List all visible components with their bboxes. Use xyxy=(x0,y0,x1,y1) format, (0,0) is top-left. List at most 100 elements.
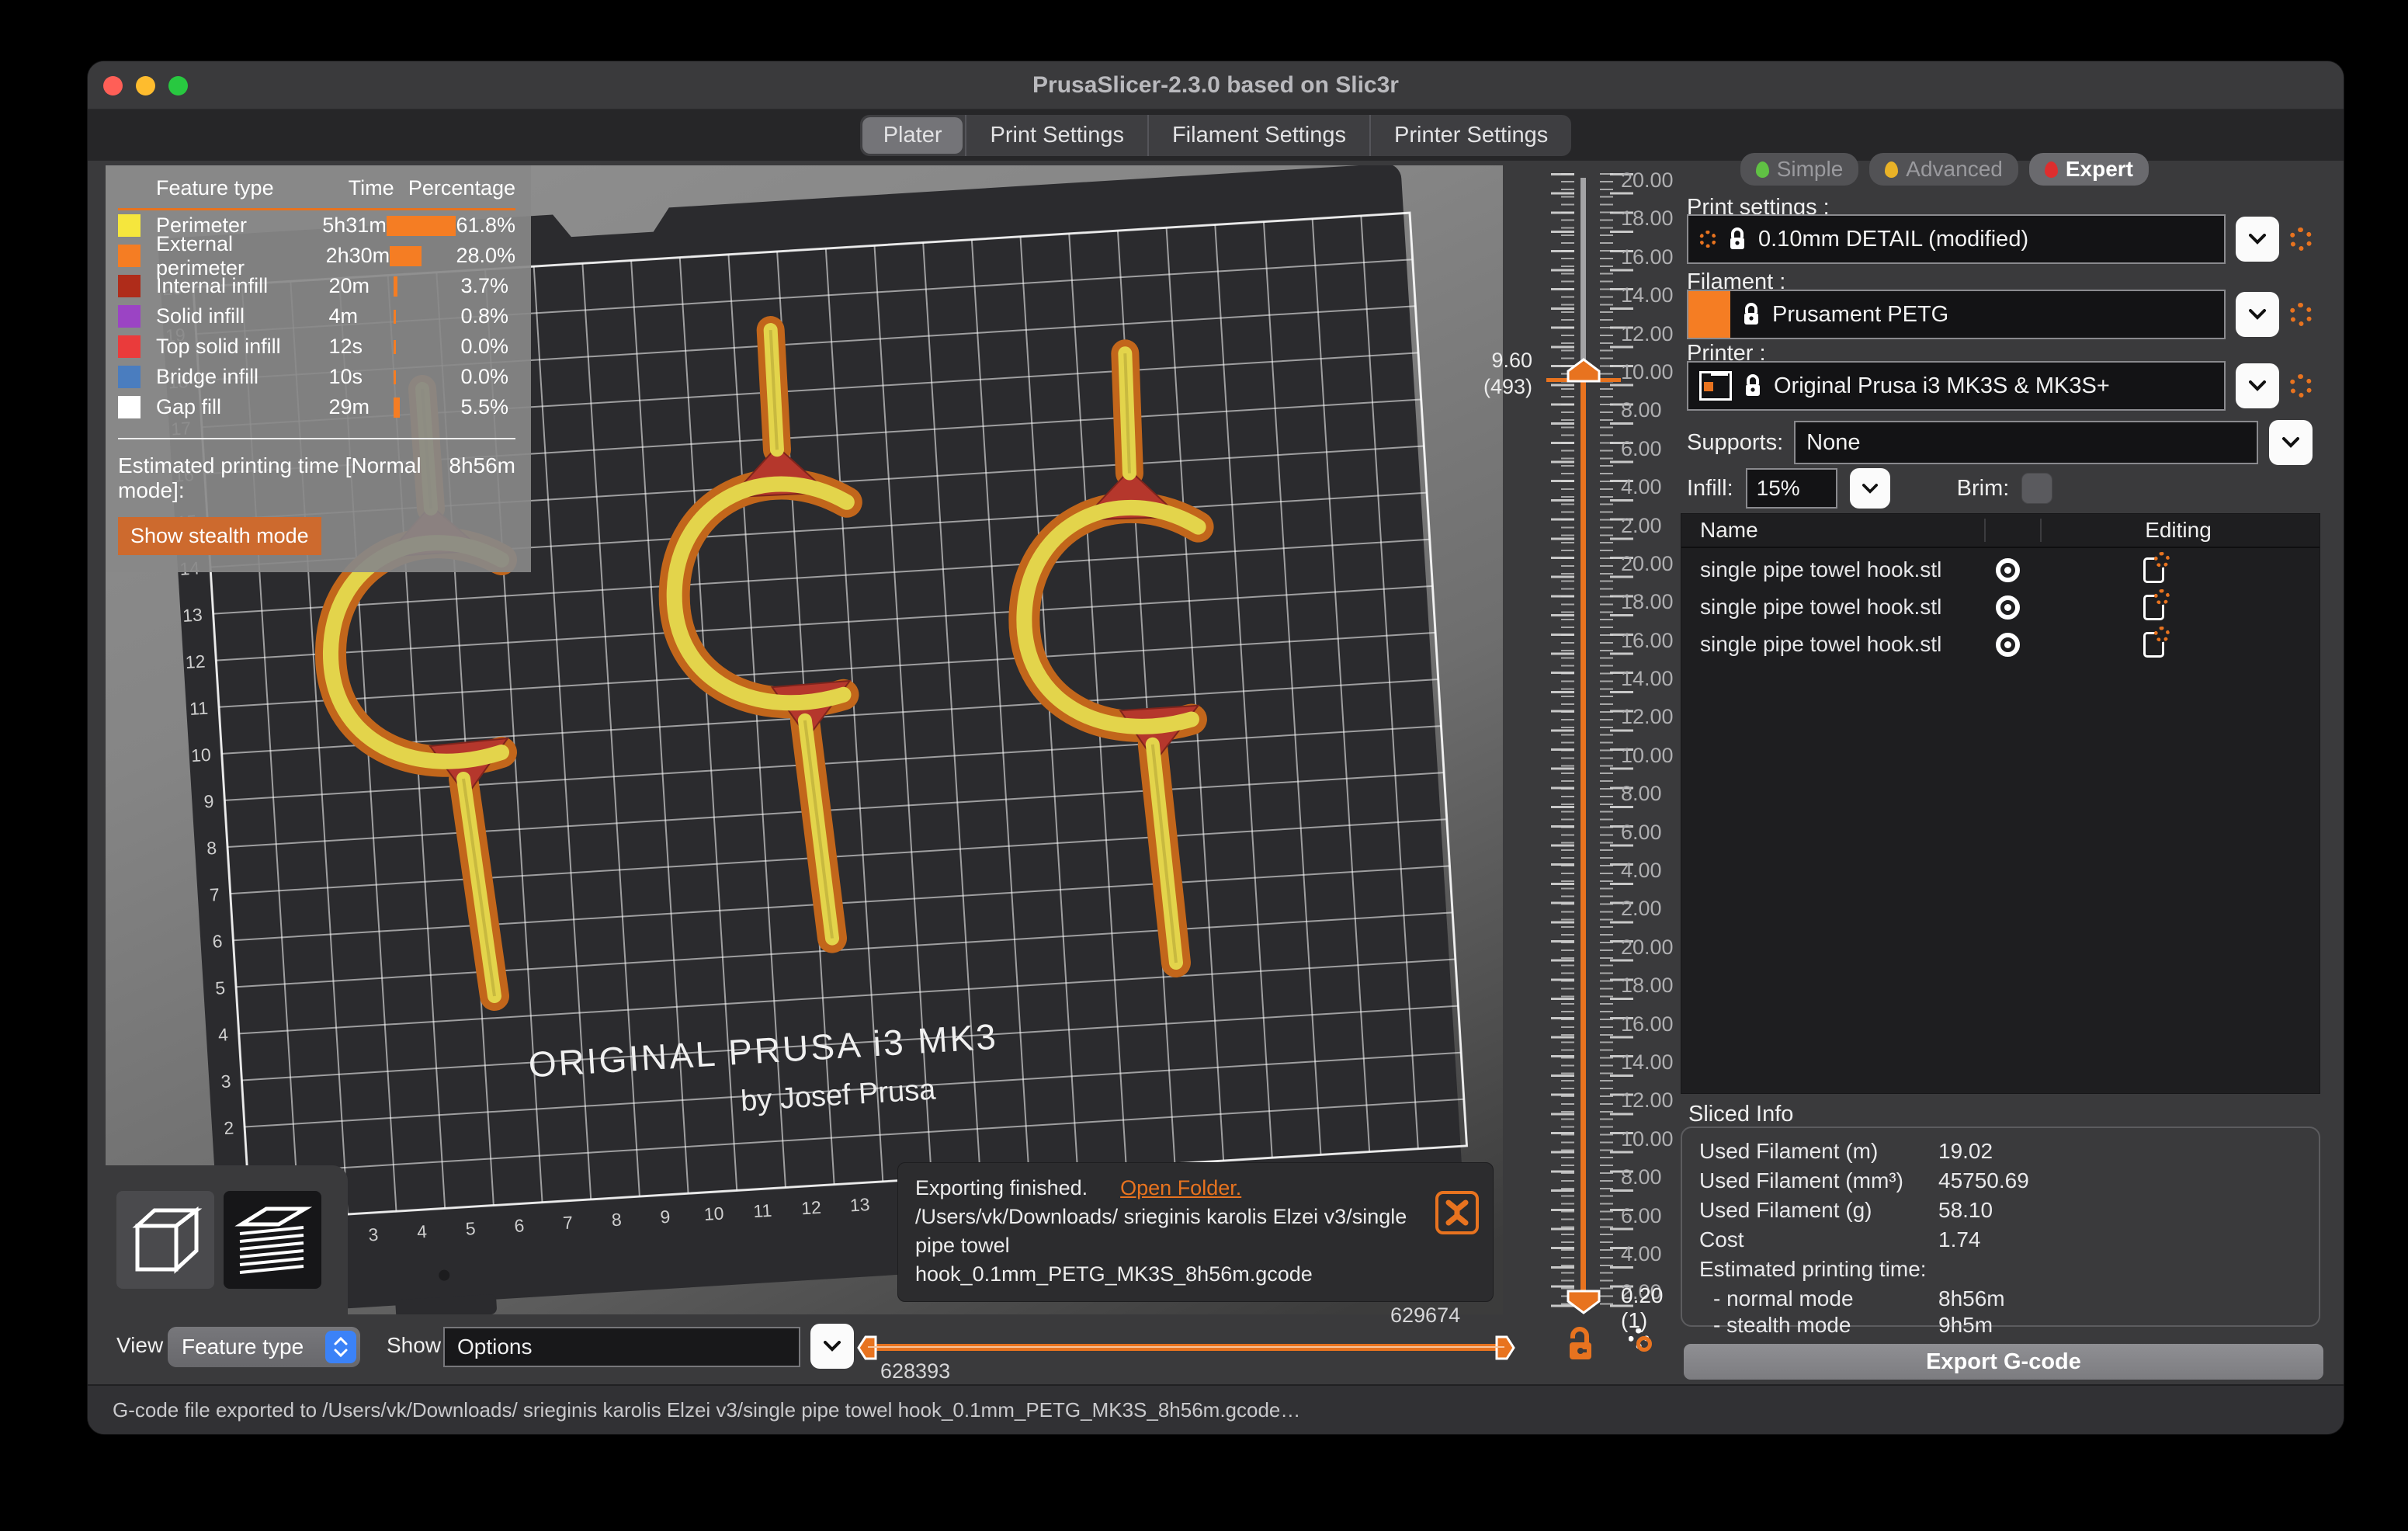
object-list: Name Editing single pipe towel hook.stl s… xyxy=(1681,513,2320,1094)
mode-expert[interactable]: Expert xyxy=(2028,153,2149,186)
export-gcode-button[interactable]: Export G-code xyxy=(1684,1344,2323,1380)
layer-bottom-index: (1) xyxy=(1621,1308,1648,1332)
infill-select[interactable]: 15% xyxy=(1745,468,1837,509)
feature-time: 12s xyxy=(328,335,363,358)
feature-name: Bridge infill xyxy=(156,365,259,388)
notification-close-button[interactable] xyxy=(1435,1191,1479,1234)
feature-bar xyxy=(393,309,461,324)
feature-time: 2h30m xyxy=(325,244,390,267)
mode-label: Simple xyxy=(1776,157,1844,181)
supports-select[interactable]: None xyxy=(1794,421,2258,464)
filament-color-swatch xyxy=(1688,291,1730,338)
3d-viewport[interactable]: 20191817161514131211109876543210 1234567… xyxy=(106,165,1503,1314)
object-name: single pipe towel hook.stl xyxy=(1700,557,1942,582)
feature-time: 5h31m xyxy=(322,214,387,237)
sliced-info-panel: Used Filament (m) 19.02 Used Filament (mm³… xyxy=(1681,1127,2320,1337)
layer-slider-track[interactable] xyxy=(1580,178,1586,1307)
svg-text:6: 6 xyxy=(514,1215,525,1236)
lock-icon xyxy=(1730,227,1744,249)
feature-bar xyxy=(393,370,461,384)
object-name: single pipe towel hook.stl xyxy=(1700,632,1942,656)
supports-row: Supports: None xyxy=(1687,420,2313,465)
layer-range-slider[interactable]: 20.00 18.00 16.00 14.00 12.00 10.00 8.00 6.00 4.… xyxy=(1483,165,1678,1334)
feature-time: 20m xyxy=(328,274,370,297)
layer-tick-label: 4.00 xyxy=(1621,1241,1662,1265)
filament-gear-button[interactable] xyxy=(2289,303,2313,326)
view-label: View xyxy=(116,1333,164,1357)
brim-checkbox[interactable] xyxy=(2021,473,2053,504)
filament-select[interactable]: Prusament PETG xyxy=(1687,290,2226,339)
svg-text:3: 3 xyxy=(368,1224,379,1245)
legend-header: Feature type Time Percentage xyxy=(118,176,515,210)
svg-text:2: 2 xyxy=(224,1117,234,1138)
print-settings-select[interactable]: 0.10mm DETAIL (modified) xyxy=(1687,214,2226,264)
object-row[interactable]: single pipe towel hook.stl xyxy=(1681,551,2320,585)
mode-advanced[interactable]: Advanced xyxy=(1869,153,2018,186)
name-column-header: Name xyxy=(1700,518,1758,542)
view-type-select[interactable]: Feature type xyxy=(168,1327,360,1367)
print-settings-gear-button[interactable] xyxy=(2289,227,2313,251)
sliced-time-row: - stealth mode 9h5m xyxy=(1682,1313,2319,1339)
sliced-info-label: Cost xyxy=(1699,1227,1744,1252)
cube-icon xyxy=(132,1206,203,1274)
editor-view-button[interactable] xyxy=(116,1191,214,1289)
tab-filament-settings[interactable]: Filament Settings xyxy=(1147,114,1369,156)
status-text: G-code file exported to /Users/vk/Downlo… xyxy=(113,1397,1301,1422)
layer-slider-upper-thumb[interactable] xyxy=(1567,358,1601,383)
object-row[interactable]: single pipe towel hook.stl xyxy=(1681,588,2320,623)
layer-tick-label: 2.00 xyxy=(1621,897,1662,921)
show-dropdown-button[interactable] xyxy=(810,1324,854,1369)
svg-text:13: 13 xyxy=(182,604,203,626)
show-select[interactable]: Options xyxy=(443,1327,800,1367)
feature-bar xyxy=(390,245,456,266)
filament-dropdown-button[interactable] xyxy=(2236,292,2279,337)
edit-object-icon[interactable] xyxy=(2143,551,2170,583)
gear-icon xyxy=(1699,231,1716,248)
infill-dropdown-button[interactable] xyxy=(1849,468,1890,509)
edit-object-icon[interactable] xyxy=(2143,626,2170,658)
edit-object-icon[interactable] xyxy=(2143,588,2170,620)
tab-group: Plater Print Settings Filament Settings Pri… xyxy=(859,114,1572,156)
layer-tick-label: 18.00 xyxy=(1621,590,1674,614)
move-range-slider[interactable] xyxy=(857,1335,1515,1360)
visibility-eye-icon[interactable] xyxy=(1996,557,2020,582)
layer-tick-label: 8.00 xyxy=(1621,1165,1662,1189)
move-slider-left-thumb[interactable] xyxy=(857,1335,877,1360)
svg-text:13: 13 xyxy=(849,1194,870,1216)
select-stepper-icon xyxy=(325,1331,356,1363)
supports-label: Supports: xyxy=(1687,429,1784,455)
visibility-eye-icon[interactable] xyxy=(1996,632,2020,657)
tab-plater[interactable]: Plater xyxy=(862,116,963,154)
feature-percentage: 5.5% xyxy=(460,395,508,418)
printer-select[interactable]: Original Prusa i3 MK3S & MK3S+ xyxy=(1687,361,2226,411)
estimated-time-row: Estimated printing time [Normal mode]: 8… xyxy=(118,438,515,503)
feature-bar-fill xyxy=(393,276,397,297)
legend-row: Internal infill 20m 3.7% xyxy=(118,271,515,301)
move-slider-min-value: 628393 xyxy=(880,1359,951,1383)
printer-gear-button[interactable] xyxy=(2289,374,2313,398)
show-stealth-mode-button[interactable]: Show stealth mode xyxy=(118,517,321,555)
object-row[interactable]: single pipe towel hook.stl xyxy=(1681,626,2320,660)
layer-tick-label: 18.00 xyxy=(1621,207,1674,231)
layer-tick-label: 6.00 xyxy=(1621,820,1662,844)
mode-selector: Simple Advanced Expert xyxy=(1740,153,2149,186)
visibility-eye-icon[interactable] xyxy=(1996,595,2020,620)
svg-text:10: 10 xyxy=(703,1203,724,1224)
tab-printer-settings[interactable]: Printer Settings xyxy=(1369,114,1571,156)
mode-simple[interactable]: Simple xyxy=(1740,153,1859,186)
supports-dropdown-button[interactable] xyxy=(2269,420,2313,465)
sliced-info-value: 19.02 xyxy=(1938,1139,1993,1163)
print-settings-dropdown-button[interactable] xyxy=(2236,217,2279,262)
feature-time: 10s xyxy=(328,365,363,388)
move-slider-right-thumb[interactable] xyxy=(1495,1335,1515,1360)
preview-view-button[interactable] xyxy=(224,1191,321,1289)
tab-print-settings[interactable]: Print Settings xyxy=(965,114,1147,156)
sliced-info-row: Used Filament (m) 19.02 xyxy=(1682,1139,2319,1168)
show-value: Options xyxy=(457,1335,533,1359)
layer-tick-label: 4.00 xyxy=(1621,475,1662,499)
open-folder-link[interactable]: Open Folder. xyxy=(1120,1176,1241,1199)
export-notification: Exporting finished. Open Folder. /Users/v… xyxy=(897,1162,1494,1302)
layer-slider-lower-thumb[interactable] xyxy=(1567,1290,1601,1314)
printer-dropdown-button[interactable] xyxy=(2236,363,2279,408)
sliced-info-label: Used Filament (m) xyxy=(1699,1139,1879,1163)
